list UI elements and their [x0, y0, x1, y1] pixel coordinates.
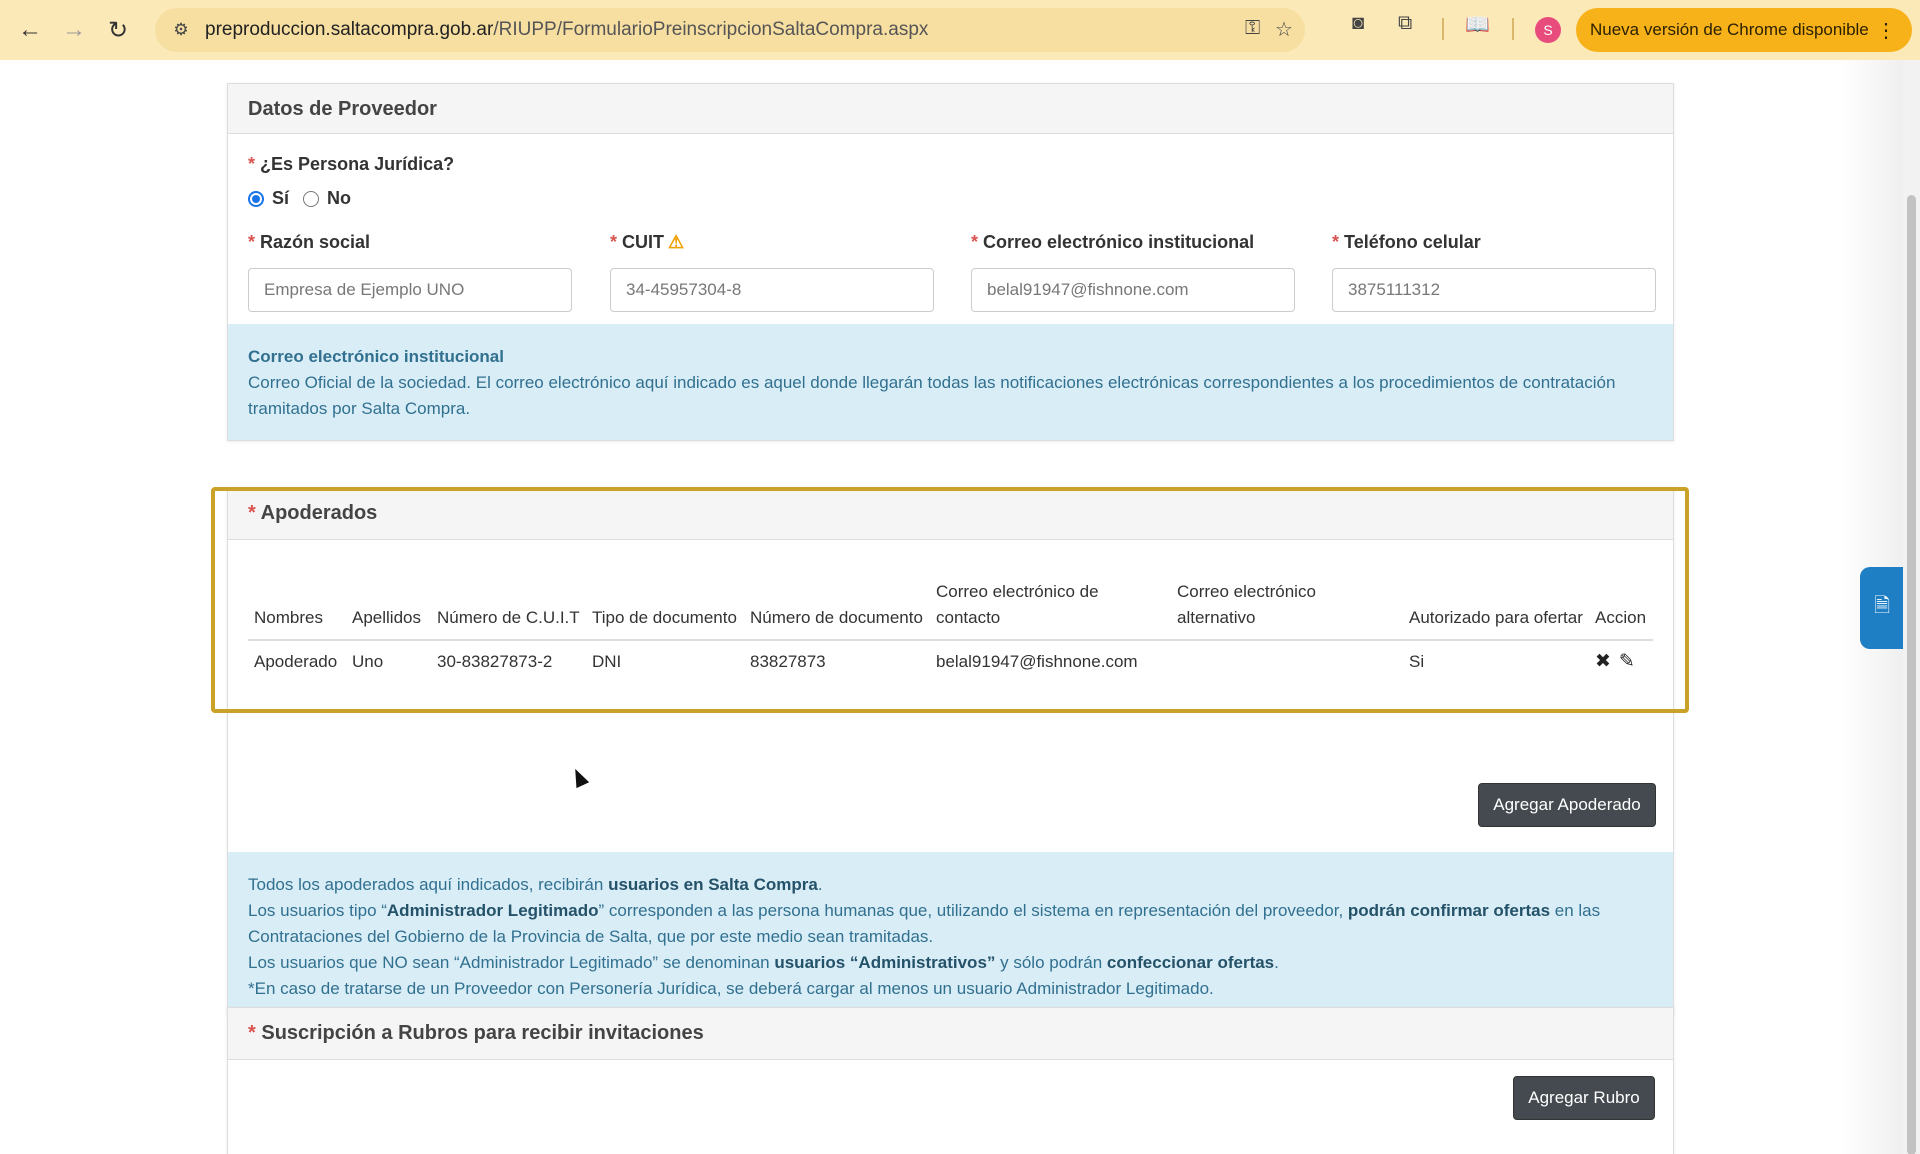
document-side-icon[interactable]: 🗎 — [1860, 567, 1904, 649]
reload-icon[interactable]: ↻ — [96, 8, 140, 52]
col-header: Número de documento — [744, 548, 930, 641]
agregar-rubro-button[interactable]: Agregar Rubro — [1513, 1076, 1655, 1120]
cell-cuit: 30-83827873-2 — [437, 652, 553, 671]
chrome-update-label: Nueva versión de Chrome disponible — [1590, 20, 1869, 39]
cell-nombres: Apoderado — [254, 652, 338, 671]
apoderados-info-box: Todos los apoderados aquí indicados, rec… — [228, 852, 1673, 1016]
camera-icon[interactable]: ◙ — [1352, 12, 1364, 35]
radio-no[interactable] — [303, 190, 320, 207]
cuit-input[interactable]: 34-45957304-8 — [610, 268, 934, 312]
telefono-label: * Teléfono celular — [1332, 232, 1481, 252]
cell-apellidos: Uno — [352, 652, 384, 671]
required-marker: * — [248, 154, 256, 174]
radio-si[interactable] — [248, 190, 264, 207]
correo-info-box: Correo electrónico institucional Correo … — [228, 324, 1673, 440]
scrollbar-thumb[interactable] — [1907, 195, 1916, 1154]
apoderados-table: Nombres Apellidos Número de C.U.I.T Tipo… — [248, 548, 1653, 710]
site-info-icon[interactable]: ⚙ — [161, 10, 201, 50]
page-content: Datos de Proveedor * ¿Es Persona Jurídic… — [0, 60, 1920, 1154]
cell-tipo-doc: DNI — [592, 652, 622, 671]
delete-icon[interactable]: ✖ — [1595, 649, 1611, 675]
razon-social-input[interactable]: Empresa de Ejemplo UNO — [248, 268, 572, 312]
persona-juridica-text: ¿Es Persona Jurídica? — [260, 154, 455, 174]
cell-correo: belal91947@fishnone.com — [936, 652, 1138, 671]
info-line-4: *En caso de tratarse de un Proveedor con… — [248, 979, 1214, 998]
info-line-2: Los usuarios tipo “Administrador Legitim… — [248, 901, 1601, 946]
url-path: /RIUPP/FormularioPreinscripcionSaltaComp… — [493, 19, 929, 40]
col-header: Correo electrónico alternativo — [1171, 548, 1403, 641]
extensions-icon[interactable]: ⧉ — [1398, 12, 1412, 35]
chrome-update-button[interactable]: Nueva versión de Chrome disponible ⋮ — [1576, 8, 1912, 52]
cell-accion: ✖ ✎ — [1589, 640, 1653, 710]
forward-icon[interactable]: → — [52, 8, 96, 52]
cuit-field: * CUIT ⚠ 34-45957304-8 — [610, 232, 934, 312]
proveedor-panel: Datos de Proveedor * ¿Es Persona Jurídic… — [227, 83, 1674, 441]
warning-icon: ⚠ — [668, 232, 685, 252]
cell-num-doc: 83827873 — [750, 652, 826, 671]
url-text[interactable]: preproduccion.saltacompra.gob.ar/RIUPP/F… — [205, 19, 928, 41]
rubros-panel: * Suscripción a Rubros para recibir invi… — [227, 1007, 1674, 1154]
more-menu-icon[interactable]: ⋮ — [1876, 18, 1896, 43]
col-header: Accion — [1589, 548, 1653, 641]
url-host: preproduccion.saltacompra.gob.ar — [205, 19, 494, 40]
rubros-heading: * Suscripción a Rubros para recibir invi… — [228, 1008, 1673, 1060]
radio-si-label[interactable]: Sí — [272, 188, 289, 209]
col-header: Apellidos — [346, 548, 431, 641]
col-header: Número de C.U.I.T — [431, 548, 586, 641]
persona-juridica-radios: Sí No — [248, 188, 365, 209]
agregar-apoderado-button[interactable]: Agregar Apoderado — [1478, 783, 1656, 827]
apoderados-heading: * Apoderados — [228, 488, 1673, 540]
info-title: Correo electrónico institucional — [248, 347, 504, 366]
profile-avatar[interactable]: S — [1535, 17, 1561, 43]
cuit-label: * CUIT ⚠ — [610, 232, 685, 252]
persona-juridica-label: * ¿Es Persona Jurídica? — [248, 154, 454, 175]
toolbar-divider — [1512, 18, 1514, 40]
table-row: Apoderado Uno 30-83827873-2 DNI 83827873… — [248, 640, 1653, 710]
back-icon[interactable]: ← — [8, 8, 52, 52]
razon-social-label: * Razón social — [248, 232, 371, 252]
cell-correo-alt — [1171, 640, 1403, 710]
telefono-field: * Teléfono celular 3875111312 — [1332, 232, 1656, 312]
bookmark-star-icon[interactable]: ☆ — [1275, 17, 1293, 42]
browser-toolbar: ← → ↻ ⚙ preproduccion.saltacompra.gob.ar… — [0, 0, 1920, 60]
address-bar[interactable]: ⚙ preproduccion.saltacompra.gob.ar/RIUPP… — [155, 8, 1305, 52]
info-line-3: Los usuarios que NO sean “Administrador … — [248, 953, 1279, 972]
correo-label: * Correo electrónico institucional — [971, 232, 1255, 252]
radio-no-label[interactable]: No — [327, 188, 351, 209]
edit-pencil-icon[interactable]: ✎ — [1619, 649, 1635, 675]
info-text: Correo Oficial de la sociedad. El correo… — [248, 373, 1616, 418]
key-icon[interactable]: ⚿ — [1245, 17, 1260, 40]
col-header: Nombres — [248, 548, 346, 641]
col-header: Autorizado para ofertar — [1403, 548, 1589, 641]
toolbar-divider — [1442, 18, 1444, 40]
info-line-1: Todos los apoderados aquí indicados, rec… — [248, 875, 823, 894]
correo-input[interactable]: belal91947@fishnone.com — [971, 268, 1295, 312]
page-scrollbar[interactable] — [1903, 60, 1920, 1154]
col-header: Tipo de documento — [586, 548, 744, 641]
cell-autorizado: Si — [1409, 652, 1425, 671]
apoderados-panel: * Apoderados Nombres Apellidos Número de… — [227, 487, 1674, 1017]
razon-social-field: * Razón social Empresa de Ejemplo UNO — [248, 232, 572, 312]
proveedor-heading: Datos de Proveedor — [228, 84, 1673, 134]
col-header: Correo electrónico de contacto — [930, 548, 1171, 641]
reading-list-icon[interactable]: 📖 — [1465, 12, 1490, 37]
telefono-input[interactable]: 3875111312 — [1332, 268, 1656, 312]
table-header-row: Nombres Apellidos Número de C.U.I.T Tipo… — [248, 548, 1653, 641]
correo-field: * Correo electrónico institucional belal… — [971, 232, 1295, 312]
